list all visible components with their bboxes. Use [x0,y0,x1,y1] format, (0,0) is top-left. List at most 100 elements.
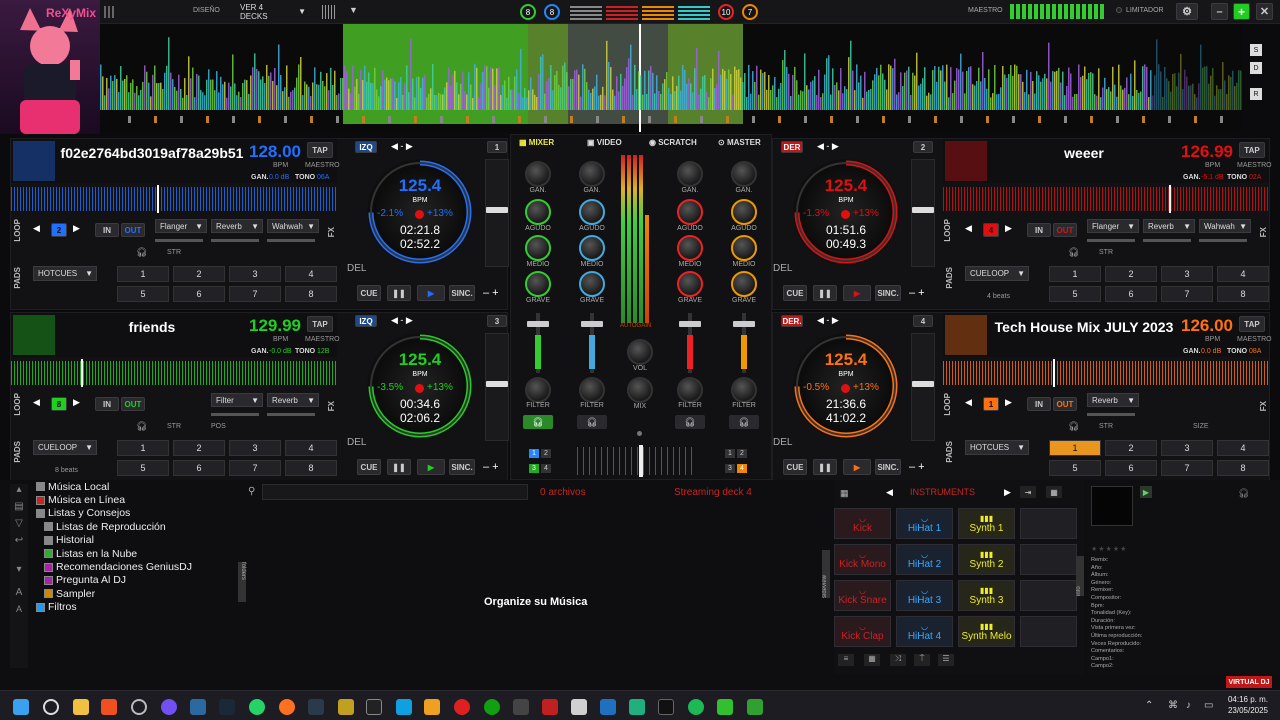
ch4-filter-knob[interactable] [731,377,757,403]
app-icon[interactable] [600,699,616,715]
deck3-pad-6[interactable]: 6 [173,460,225,476]
deck4-loop-prev[interactable]: ◀ [965,397,972,408]
font-large-icon[interactable]: A [10,587,28,598]
record-icon[interactable]: ⇥ [1020,486,1036,498]
deck4-pause-icon[interactable]: ❚❚ [813,459,837,475]
sampler-pad[interactable]: ◡ Kick Snare [834,580,891,611]
prev-bank-icon[interactable]: ◀ [886,487,893,498]
font-small-icon[interactable]: A [10,604,28,614]
ch3-medio-knob[interactable] [677,235,703,261]
deck4-pad-6[interactable]: 6 [1105,460,1157,476]
deck-indicator-1[interactable] [570,4,602,20]
assign-r1[interactable]: 1 [725,449,735,458]
deck1-pad-3[interactable]: 3 [229,266,281,282]
deck1-pad-2[interactable]: 2 [173,266,225,282]
deck1-pad-1[interactable]: 1 [117,266,169,282]
deck2-pitch-handle[interactable] [912,207,934,213]
deck4-pads-mode-select[interactable]: HOTCUES ▼ [965,440,1029,455]
assign-r3[interactable]: 3 [725,464,735,473]
deck4-side-button[interactable]: DER. [781,315,803,327]
assign-2[interactable]: 2 [541,449,551,458]
ch4-medio-knob[interactable] [731,235,757,261]
deck3-tap-button[interactable]: TAP [307,316,333,332]
deck2-pitch-slider[interactable] [911,159,935,267]
deck4-mini-waveform[interactable] [943,361,1269,385]
grid-icon[interactable]: ▦ [840,488,849,499]
capcut-icon[interactable] [396,699,412,715]
rating-stars[interactable]: ★★★★★ [1091,545,1127,553]
steam-icon[interactable] [219,699,235,715]
deck1-fx3-slider[interactable] [267,239,315,242]
deck4-fx1-slider[interactable] [1087,413,1135,416]
ch3-filter-knob[interactable] [677,377,703,403]
deck1-mini-waveform[interactable] [11,187,337,211]
crossfader-track[interactable] [577,447,697,475]
deck3-jog-wheel[interactable]: 125.4 BPM -3.5% +13% 00:34.6 02:06.2 [367,333,473,439]
deck4-jog-wheel[interactable]: 125.4 BPM -0.5% +13% 21:36.6 41:02.2 [793,333,899,439]
app-icon[interactable] [571,699,587,715]
ch3-agudo-knob[interactable] [677,199,703,225]
side-btn-r[interactable]: R [1250,88,1262,100]
deck2-tap-button[interactable]: TAP [1239,142,1265,158]
limiter-led[interactable] [1116,7,1122,13]
search-input[interactable] [262,484,528,500]
deck1-pitch-handle[interactable] [486,207,508,213]
deck2-pad-5[interactable]: 5 [1049,286,1101,302]
sampler-pad-empty[interactable] [1020,616,1077,647]
tree-item[interactable]: Listas de Reproducción [32,520,238,533]
maximize-button[interactable]: + [1233,3,1250,20]
deck1-sync-button[interactable]: SINC. [449,285,475,301]
tree-item[interactable]: Música Local [32,480,238,493]
counter-c[interactable]: 10 [718,4,734,20]
deck3-pad-5[interactable]: 5 [117,460,169,476]
sampler-pad[interactable]: ◡ HiHat 3 [896,580,953,611]
ch3-volume-handle[interactable] [679,321,701,327]
ch1-grave-knob[interactable] [525,271,551,297]
deck2-pad-8[interactable]: 8 [1217,286,1269,302]
deck3-pitch-bend-left[interactable]: ◀ - ▶ [391,315,413,326]
deck4-sync-button[interactable]: SINC. [875,459,901,475]
sampler-pad[interactable]: ▮▮▮ Synth 1 [958,508,1015,539]
deck4-pitch-handle[interactable] [912,381,934,387]
deck2-fx3-slider[interactable] [1199,239,1247,242]
deck3-side-button[interactable]: IZQ [355,315,377,327]
info-handle[interactable]: info [1076,556,1084,596]
sampler-pad-empty[interactable] [1020,580,1077,611]
clock-date[interactable]: 23/05/2025 [1222,706,1268,715]
deck3-pitch-minus-plus[interactable]: – + [483,461,499,473]
deck3-pad-8[interactable]: 8 [285,460,337,476]
deck2-fx1-select[interactable]: Flanger ▼ [1087,219,1139,233]
deck1-loop-out[interactable]: OUT [121,223,145,237]
crossfader-handle[interactable] [639,445,643,477]
headphone-icon[interactable]: 🎧︎ [523,415,553,429]
deck1-loop-size[interactable]: 2 [51,223,67,237]
next-bank-icon[interactable]: ▶ [1004,487,1011,498]
sideview-handle[interactable]: sideview [822,550,830,598]
discord-icon[interactable] [161,699,177,715]
mix-knob[interactable] [627,377,653,403]
deck2-fx2-slider[interactable] [1143,239,1191,242]
assign-3[interactable]: 3 [529,464,539,473]
ch2-medio-knob[interactable] [579,235,605,261]
deck1-pad-6[interactable]: 6 [173,286,225,302]
deck2-jog-wheel[interactable]: 125.4 BPM -1.3% +13% 01:51.6 00:49.3 [793,159,899,265]
deck-indicator-2[interactable] [606,4,638,20]
minimize-button[interactable]: – [1211,3,1228,20]
deck1-deck-number[interactable]: 1 [487,141,507,153]
deck4-pad-1[interactable]: 1 [1049,440,1101,456]
deck3-deck-number[interactable]: 3 [487,315,507,327]
deck4-loop-in[interactable]: IN [1027,397,1051,411]
deck2-pitch-bend-left[interactable]: ◀ - ▶ [817,141,839,152]
sampler-pad[interactable]: ◡ HiHat 2 [896,544,953,575]
deck3-pause-icon[interactable]: ❚❚ [387,459,411,475]
ch2-grave-knob[interactable] [579,271,605,297]
deck1-pad-7[interactable]: 7 [229,286,281,302]
chrome-icon[interactable] [131,699,147,715]
sampler-pad[interactable]: ◡ Kick Clap [834,616,891,647]
tray-chevron-icon[interactable]: ⌃ [1145,700,1153,711]
filter-icon[interactable]: ▽ [10,518,28,529]
sampler-pad-empty[interactable] [1020,508,1077,539]
firefox-icon[interactable] [279,699,295,715]
deck1-loop-next[interactable]: ▶ [73,223,80,234]
waveform-icon[interactable] [322,5,336,19]
